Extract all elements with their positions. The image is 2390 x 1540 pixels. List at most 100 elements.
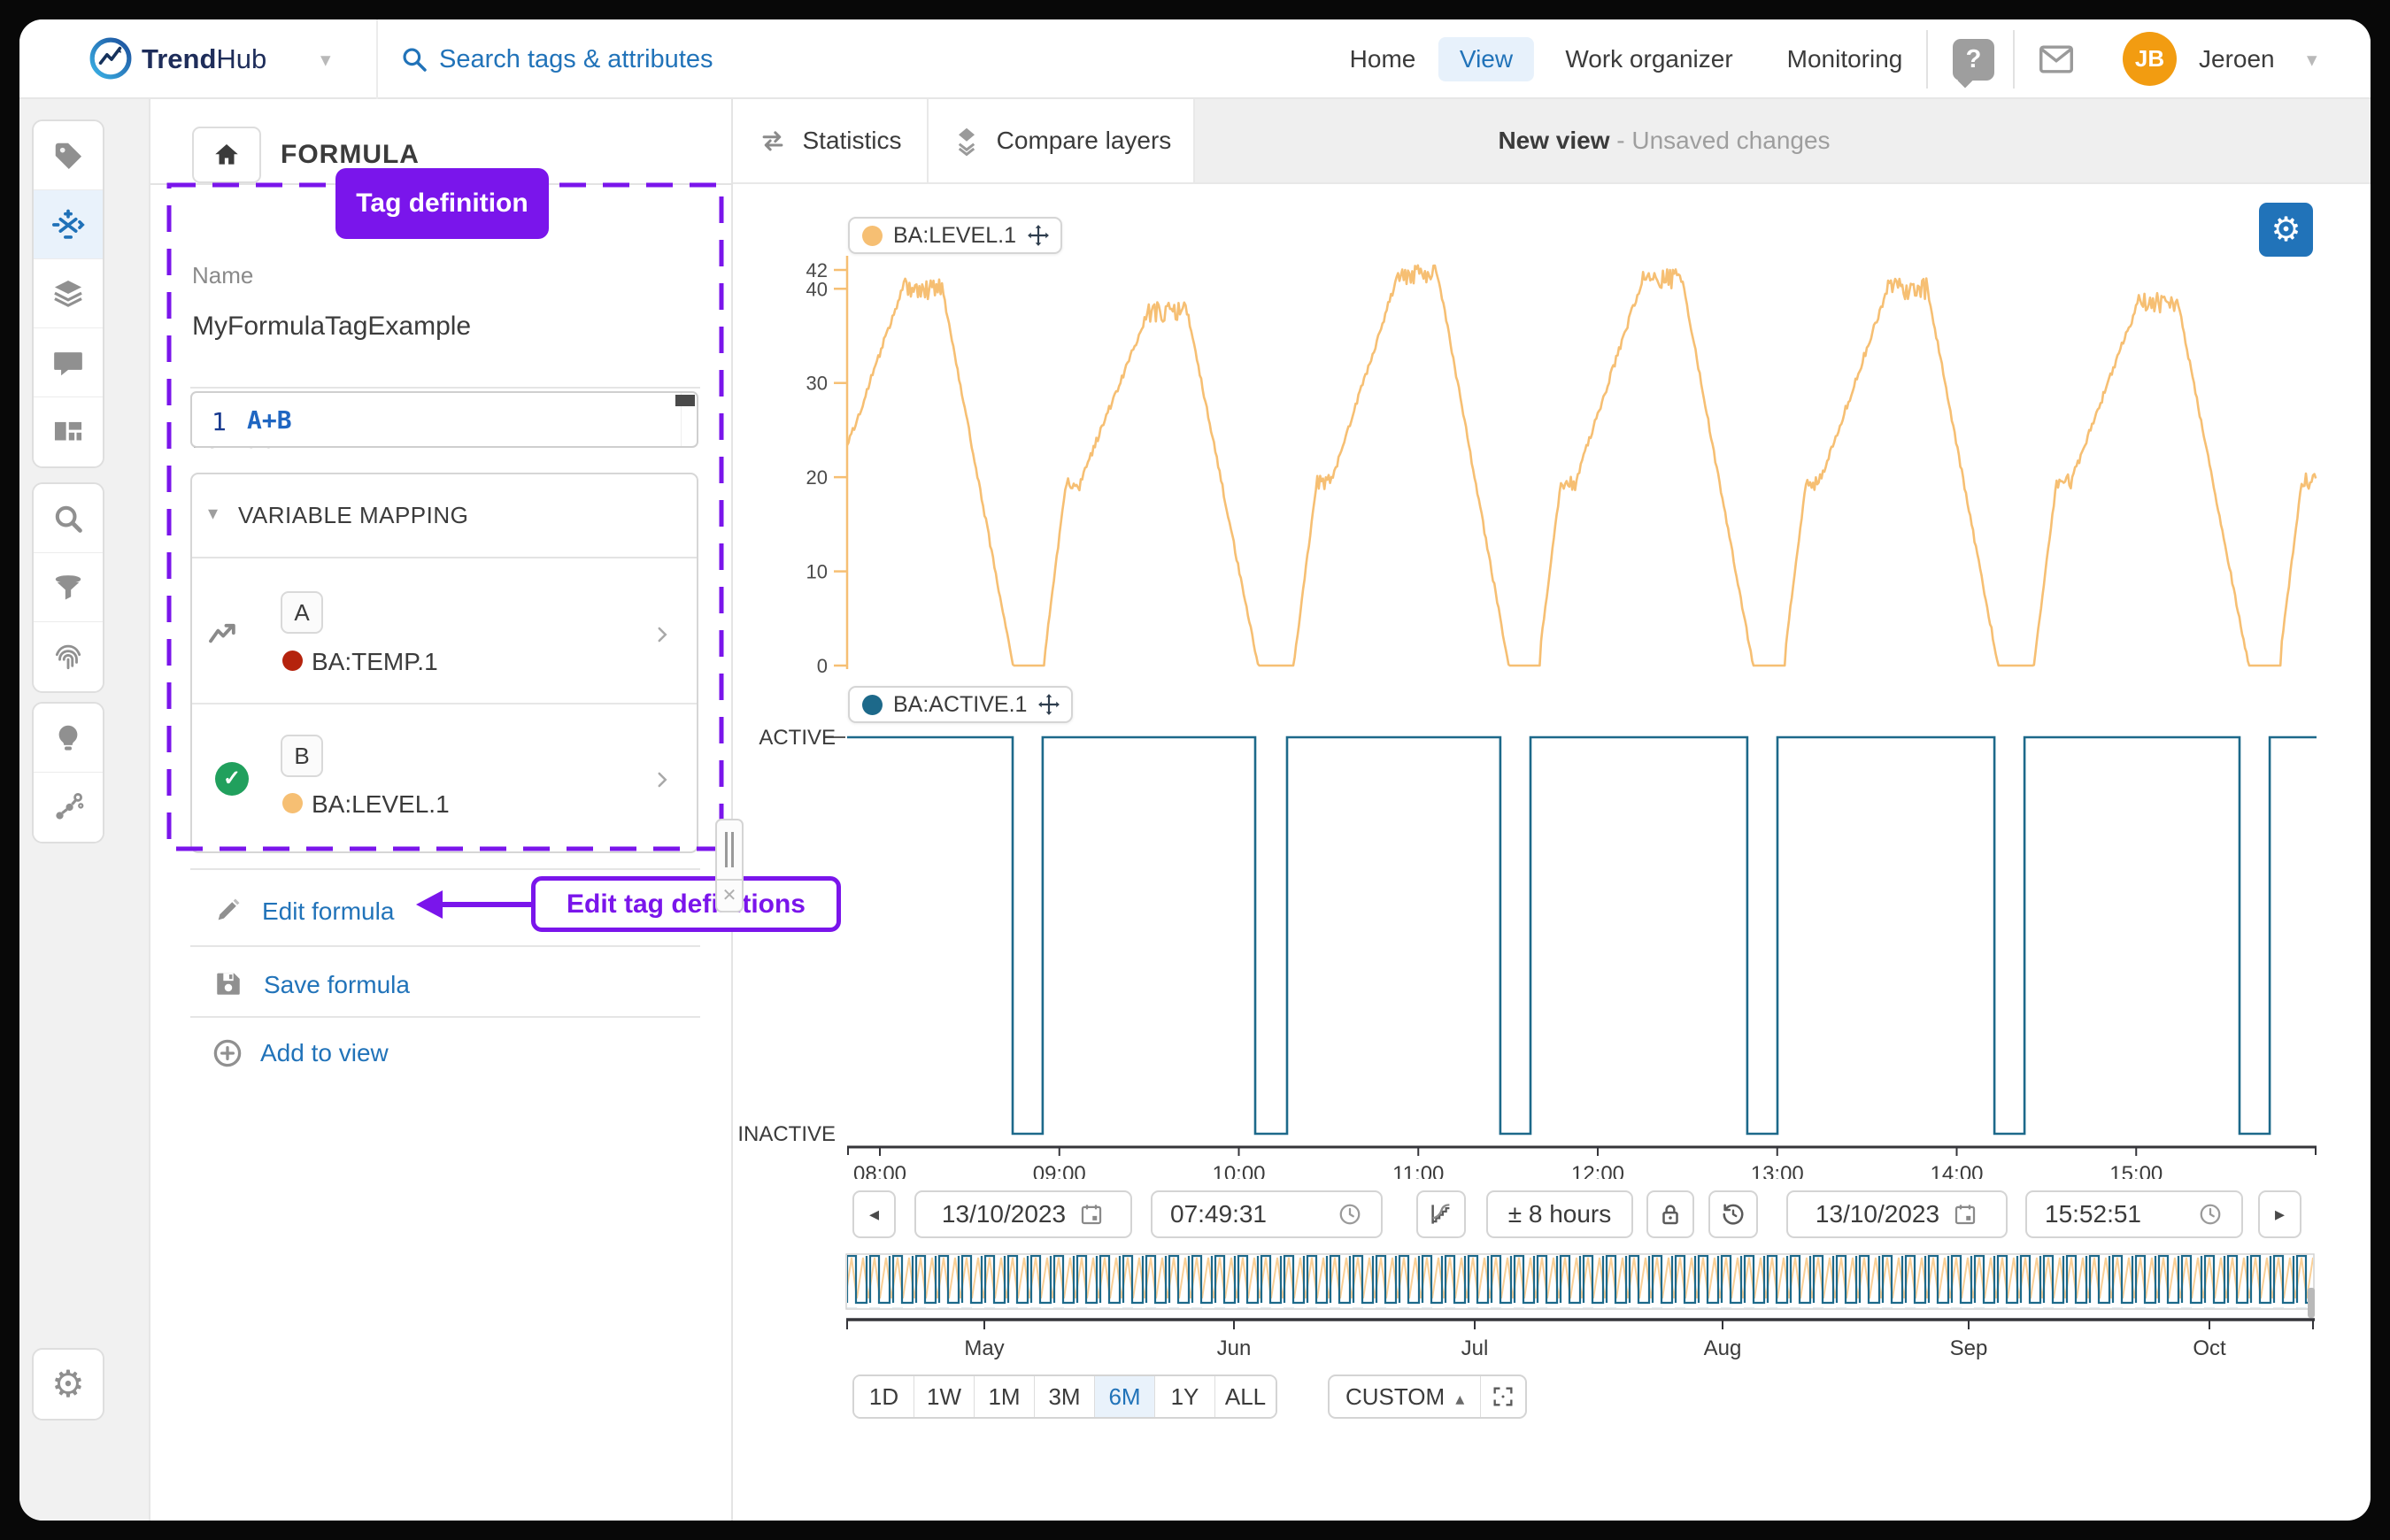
- variable-mapping-header[interactable]: ▾ VARIABLE MAPPING: [192, 474, 697, 558]
- sidebar-item-gear[interactable]: ⚙: [34, 1350, 103, 1419]
- sidebar-item-bulb[interactable]: [34, 704, 103, 773]
- editor-scrollbar[interactable]: [681, 393, 697, 446]
- top-bar: TrendHub ▾ Search tags & attributes Home…: [19, 19, 2371, 99]
- sidebar-item-fingerprint[interactable]: [34, 622, 103, 691]
- save-formula-label[interactable]: Save formula: [264, 971, 410, 999]
- lock-icon: [1657, 1201, 1684, 1228]
- chevron-right-icon[interactable]: [651, 768, 674, 791]
- topbar-divider: [2013, 30, 2015, 89]
- context-timeline[interactable]: MayJunJulAugSepOct: [845, 1252, 2317, 1363]
- variable-tag-name: BA:TEMP.1: [312, 648, 438, 676]
- sidebar-item-nodes[interactable]: [34, 773, 103, 842]
- move-icon[interactable]: [1037, 693, 1060, 716]
- legend-chip-active[interactable]: BA:ACTIVE.1: [848, 686, 1073, 723]
- time-tick-label: 15:00: [2109, 1162, 2163, 1179]
- move-icon[interactable]: [1027, 224, 1050, 247]
- calendar-icon: [1078, 1201, 1105, 1228]
- duration-button[interactable]: ± 8 hours: [1486, 1190, 1633, 1238]
- nav-home[interactable]: Home: [1350, 19, 1416, 99]
- sidebar-item-filter[interactable]: [34, 553, 103, 622]
- month-tick-label: Aug: [1704, 1336, 1742, 1360]
- step-back-button[interactable]: ◂: [852, 1190, 896, 1238]
- trend-mode-button[interactable]: [1416, 1190, 1466, 1238]
- statistics-button[interactable]: Statistics: [733, 99, 929, 182]
- panel-home-button[interactable]: [192, 127, 261, 183]
- sidebar-item-layout[interactable]: [34, 397, 103, 466]
- bulb-icon: [51, 721, 85, 755]
- brand-trend: Trend: [142, 43, 216, 74]
- start-time-input[interactable]: 07:49:31: [1151, 1190, 1383, 1238]
- range-button-1y[interactable]: 1Y: [1155, 1376, 1215, 1417]
- splitter-collapse-button[interactable]: ✕: [715, 881, 744, 912]
- end-time-input[interactable]: 15:52:51: [2025, 1190, 2243, 1238]
- sidebar-item-layers[interactable]: [34, 259, 103, 328]
- lock-range-button[interactable]: [1646, 1190, 1694, 1238]
- nav-view[interactable]: View: [1438, 37, 1534, 81]
- sidebar-item-formula[interactable]: [34, 190, 103, 259]
- level-series-line: [847, 266, 2316, 666]
- divider: [190, 1016, 700, 1018]
- search-icon[interactable]: [400, 45, 428, 73]
- nav-work-organizer[interactable]: Work organizer: [1565, 19, 1732, 99]
- formula-editor[interactable]: 1 A+B: [190, 391, 698, 448]
- legend-chip-level[interactable]: BA:LEVEL.1: [848, 217, 1062, 254]
- save-icon: [213, 968, 243, 998]
- range-button-all[interactable]: ALL: [1215, 1376, 1276, 1417]
- chart-settings-button[interactable]: ⚙: [2259, 203, 2313, 257]
- expand-range-button[interactable]: [1481, 1376, 1525, 1417]
- range-button-3m[interactable]: 3M: [1035, 1376, 1095, 1417]
- month-tick-label: Jun: [1217, 1336, 1252, 1360]
- view-name: New view: [1498, 127, 1609, 154]
- edit-formula-label[interactable]: Edit formula: [262, 897, 394, 926]
- history-button[interactable]: [1708, 1190, 1758, 1238]
- custom-label: CUSTOM: [1345, 1383, 1445, 1410]
- month-tick-label: Oct: [2193, 1336, 2226, 1360]
- step-forward-button[interactable]: ▸: [2258, 1190, 2301, 1238]
- search-input[interactable]: Search tags & attributes: [439, 19, 713, 99]
- gear-icon: ⚙: [51, 1366, 85, 1403]
- sidebar-item-tag[interactable]: [34, 121, 103, 190]
- variable-mapping-title: VARIABLE MAPPING: [238, 502, 468, 529]
- name-value[interactable]: MyFormulaTagExample: [192, 312, 471, 342]
- user-name[interactable]: Jeroen: [2199, 19, 2275, 99]
- user-menu-caret-icon[interactable]: ▾: [2307, 19, 2317, 99]
- add-to-view-label[interactable]: Add to view: [260, 1039, 389, 1067]
- range-button-6m[interactable]: 6M: [1095, 1376, 1155, 1417]
- splitter-drag-handle[interactable]: [715, 819, 744, 881]
- nav-monitoring[interactable]: Monitoring: [1787, 19, 1903, 99]
- chevron-right-icon[interactable]: [651, 623, 674, 646]
- sidebar-item-search[interactable]: [34, 484, 103, 553]
- formula-expression[interactable]: A+B: [247, 405, 292, 435]
- end-date-input[interactable]: 13/10/2023: [1786, 1190, 2008, 1238]
- panel-splitter[interactable]: ✕: [715, 819, 744, 912]
- tag-icon: [51, 139, 85, 173]
- start-date-input[interactable]: 13/10/2023: [914, 1190, 1132, 1238]
- brand-caret-icon[interactable]: ▾: [320, 19, 331, 99]
- inactive-level-label: INACTIVE: [737, 1122, 836, 1146]
- divider: [190, 387, 700, 389]
- start-time-value: 07:49:31: [1170, 1200, 1267, 1228]
- range-button-1m[interactable]: 1M: [975, 1376, 1035, 1417]
- help-button[interactable]: ?: [1953, 39, 1994, 81]
- time-tick-label: 08:00: [853, 1162, 906, 1179]
- range-button-1d[interactable]: 1D: [854, 1376, 914, 1417]
- trend-steps-icon: [1428, 1201, 1454, 1228]
- divider: [190, 868, 700, 870]
- filter-icon: [51, 571, 85, 604]
- swap-arrows-icon: [758, 126, 788, 156]
- compare-layers-button[interactable]: Compare layers: [929, 99, 1195, 182]
- view-title-strip: New view - Unsaved changes Actions ▾: [1195, 99, 2371, 182]
- custom-range-button[interactable]: CUSTOM▴: [1330, 1376, 1481, 1417]
- formula-line-number: 1: [212, 407, 227, 436]
- trend-charts[interactable]: 42403020100ACTIVEINACTIVE08:0009:0010:00…: [733, 183, 2371, 1179]
- name-label: Name: [192, 262, 253, 289]
- time-tick-label: 13:00: [1751, 1162, 1804, 1179]
- range-button-1w[interactable]: 1W: [914, 1376, 975, 1417]
- mail-icon[interactable]: [2038, 42, 2075, 76]
- brand-wordmark[interactable]: TrendHub: [142, 19, 266, 99]
- sidebar-item-comment[interactable]: [34, 328, 103, 397]
- avatar[interactable]: JB: [2123, 32, 2177, 86]
- pencil-icon: [213, 895, 243, 925]
- time-tick-label: 12:00: [1571, 1162, 1624, 1179]
- y-tick-label: 40: [806, 278, 828, 300]
